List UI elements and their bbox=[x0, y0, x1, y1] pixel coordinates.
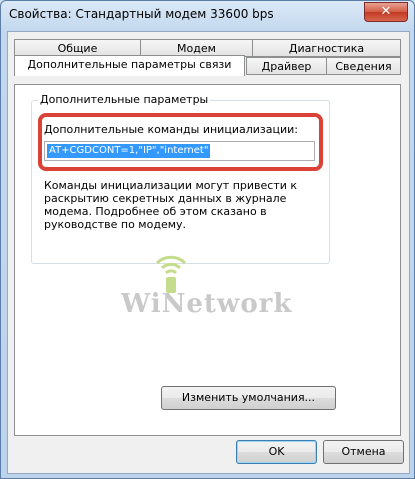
init-commands-input[interactable]: AT+CGDCONT=1,"IP","internet" bbox=[44, 141, 315, 161]
tab-details[interactable]: Сведения bbox=[326, 57, 401, 75]
cancel-button[interactable]: Отмена bbox=[323, 440, 404, 464]
tab-panel: Дополнительные параметры Дополнительные … bbox=[14, 84, 401, 436]
warning-note: Команды инициализации могут привести к р… bbox=[44, 179, 298, 231]
watermark-text: WiNetwork bbox=[121, 289, 293, 319]
tab-driver[interactable]: Драйвер bbox=[246, 57, 327, 75]
cancel-label: Отмена bbox=[341, 445, 386, 458]
dialog-window: Свойства: Стандартный модем 33600 bps ✕ … bbox=[0, 0, 415, 479]
change-defaults-label: Изменить умолчания... bbox=[181, 391, 316, 404]
change-defaults-button[interactable]: Изменить умолчания... bbox=[161, 386, 336, 410]
advanced-settings-group: Дополнительные параметры Дополнительные … bbox=[31, 93, 330, 264]
ok-label: OK bbox=[268, 445, 285, 458]
watermark-logo: WiNetwork bbox=[121, 247, 301, 335]
close-button[interactable]: ✕ bbox=[364, 2, 408, 22]
dialog-client-area: Общие Модем Диагностика Драйвер Сведения… bbox=[7, 31, 410, 474]
window-title: Свойства: Стандартный модем 33600 bps bbox=[9, 7, 274, 21]
tab-advanced-settings[interactable]: Дополнительные параметры связи bbox=[14, 55, 245, 76]
group-title: Дополнительные параметры bbox=[38, 93, 211, 106]
init-commands-label: Дополнительные команды инициализации: bbox=[44, 123, 298, 136]
title-bar[interactable]: Свойства: Стандартный модем 33600 bps ✕ bbox=[1, 1, 414, 31]
tab-diagnostics[interactable]: Диагностика bbox=[252, 39, 401, 57]
init-commands-value: AT+CGDCONT=1,"IP","internet" bbox=[47, 144, 211, 158]
ok-button[interactable]: OK bbox=[236, 440, 317, 464]
close-icon: ✕ bbox=[380, 4, 392, 19]
